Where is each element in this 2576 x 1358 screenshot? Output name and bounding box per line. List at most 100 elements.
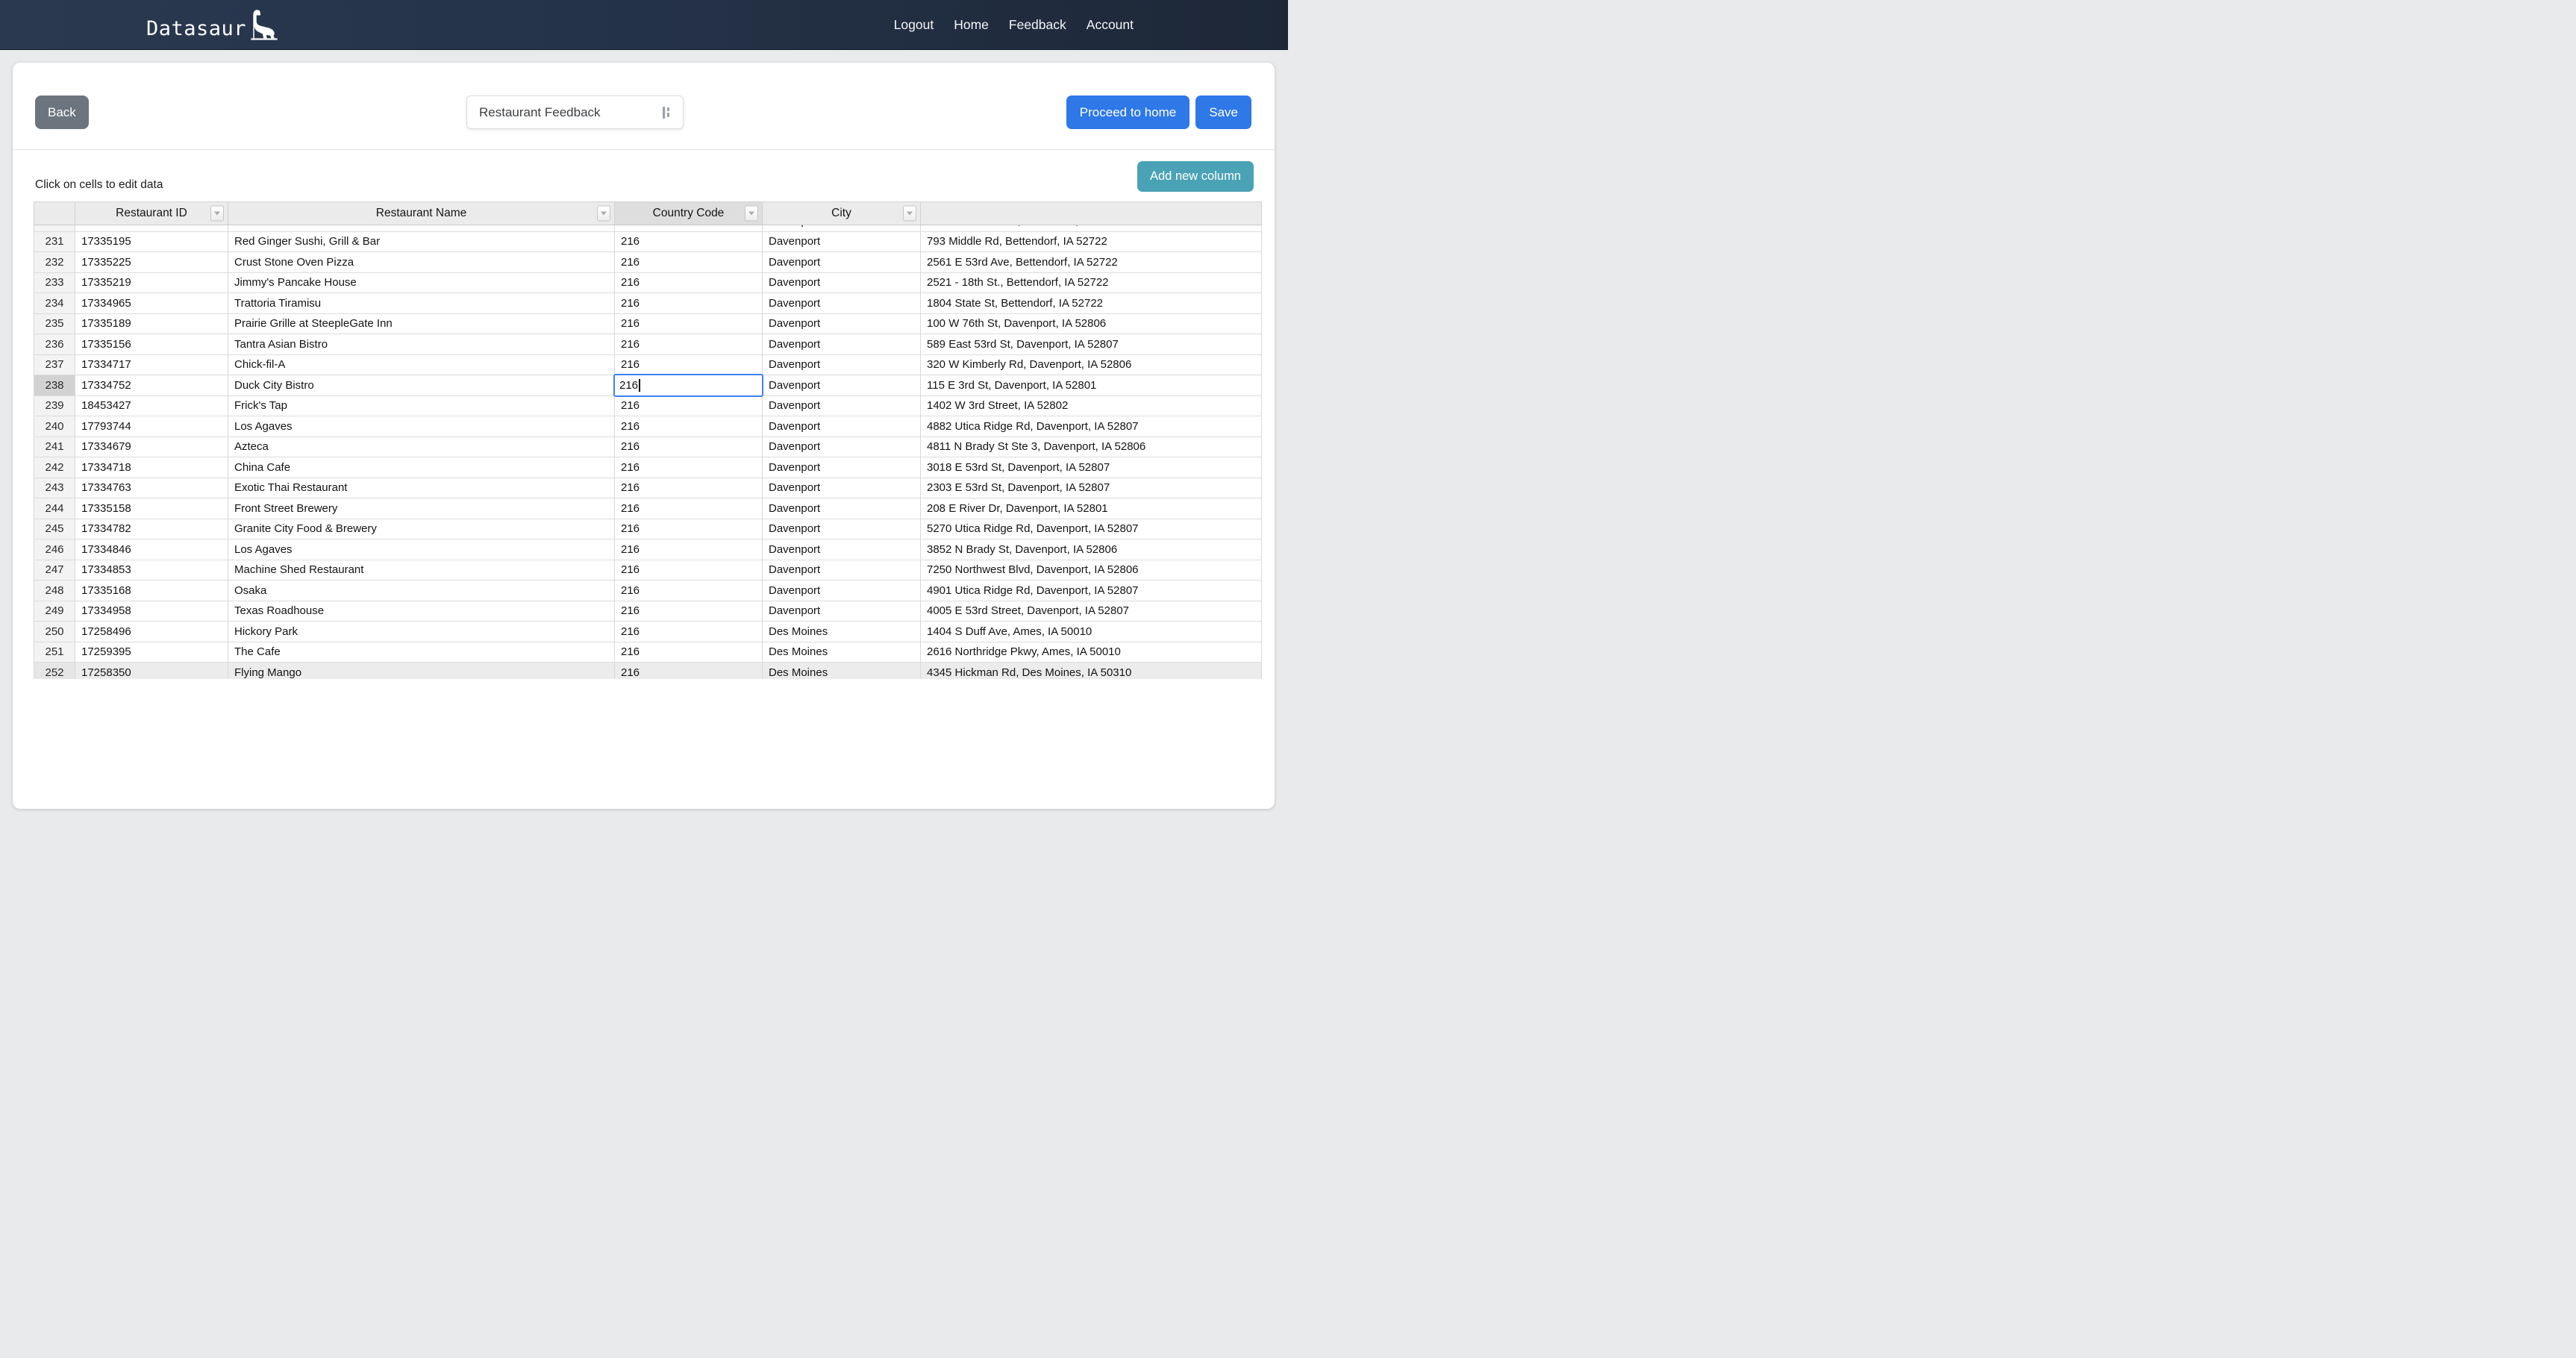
cell-country-code[interactable]: 216: [615, 622, 763, 642]
cell-restaurant-id[interactable]: 17334853: [75, 560, 228, 581]
cell-city[interactable]: Davenport: [763, 252, 921, 273]
dataset-name-input[interactable]: [466, 96, 684, 129]
cell-restaurant-id[interactable]: 17793744: [75, 416, 228, 437]
nav-link-logout[interactable]: Logout: [894, 17, 934, 33]
cell-address[interactable]: 1402 W 3rd Street, IA 52802: [921, 396, 1262, 417]
cell-restaurant-id[interactable]: 17258350: [75, 663, 228, 679]
cell-restaurant-name[interactable]: Red Ginger Sushi, Grill & Bar: [228, 232, 615, 253]
cell-city[interactable]: Des Moines: [763, 663, 921, 679]
save-button[interactable]: Save: [1195, 96, 1251, 129]
cell-address[interactable]: 7250 Northwest Blvd, Davenport, IA 52806: [921, 560, 1262, 581]
cell-country-code[interactable]: 216: [615, 478, 763, 499]
cell-restaurant-name[interactable]: Trattoria Tiramisu: [228, 293, 615, 314]
cell-restaurant-name[interactable]: Chick-fil-A: [228, 355, 615, 376]
cell-country-code[interactable]: 216: [615, 560, 763, 581]
cell-city[interactable]: Davenport: [763, 396, 921, 417]
cell-address[interactable]: 2303 E 53rd St, Davenport, IA 52807: [921, 478, 1262, 499]
cell-restaurant-name[interactable]: Front Street Brewery: [228, 498, 615, 519]
cell-restaurant-id[interactable]: 17334718: [75, 457, 228, 478]
cell-city[interactable]: Davenport: [763, 225, 921, 232]
cell-address[interactable]: 4811 N Brady St Ste 3, Davenport, IA 528…: [921, 437, 1262, 458]
row-number[interactable]: 247: [34, 560, 75, 581]
cell-address[interactable]: 4882 Utica Ridge Rd, Davenport, IA 52807: [921, 416, 1262, 437]
cell-address[interactable]: 793 Middle Rd, Bettendorf, IA 52722: [921, 232, 1262, 253]
cell-country-code[interactable]: 216: [615, 355, 763, 376]
cell-restaurant-name[interactable]: The Cafe: [228, 642, 615, 663]
cell-restaurant-name[interactable]: Tantra Asian Bistro: [228, 334, 615, 355]
cell-restaurant-name[interactable]: Granite City Food & Brewery: [228, 519, 615, 540]
cell-restaurant-name[interactable]: Osaka: [228, 581, 615, 601]
cell-restaurant-name[interactable]: China Cafe: [228, 457, 615, 478]
cell-restaurant-id[interactable]: 17335189: [75, 314, 228, 335]
cell-city[interactable]: Davenport: [763, 539, 921, 560]
cell-country-code[interactable]: 216: [615, 539, 763, 560]
row-number[interactable]: 239: [34, 396, 75, 417]
cell-restaurant-id[interactable]: 17259395: [75, 642, 228, 663]
row-number[interactable]: 252: [34, 663, 75, 679]
cell-city[interactable]: Davenport: [763, 519, 921, 540]
cell-restaurant-id[interactable]: 17335225: [75, 252, 228, 273]
nav-link-home[interactable]: Home: [954, 17, 989, 33]
cell-restaurant-id[interactable]: 17335195: [75, 232, 228, 253]
cell-address[interactable]: 2616 Northridge Pkwy, Ames, IA 50010: [921, 642, 1262, 663]
row-number[interactable]: 235: [34, 314, 75, 335]
cell-address[interactable]: 2513 53rd Avenue, Bettendorf, IA 52722: [921, 225, 1262, 232]
row-number[interactable]: 238: [34, 375, 75, 396]
row-number[interactable]: 240: [34, 416, 75, 437]
row-number[interactable]: 248: [34, 581, 75, 601]
cell-city[interactable]: Davenport: [763, 355, 921, 376]
cell-restaurant-name[interactable]: Crust Stone Oven Pizza: [228, 252, 615, 273]
cell-restaurant-id[interactable]: 17334846: [75, 539, 228, 560]
proceed-to-home-button[interactable]: Proceed to home: [1066, 96, 1189, 129]
row-number[interactable]: 231: [34, 232, 75, 253]
cell-editor[interactable]: 216: [613, 374, 763, 398]
cell-city[interactable]: Davenport: [763, 560, 921, 581]
cell-restaurant-id[interactable]: 17335158: [75, 498, 228, 519]
cell-address[interactable]: 115 E 3rd St, Davenport, IA 52801: [921, 375, 1262, 396]
cell-country-code[interactable]: 216: [615, 396, 763, 417]
cell-city[interactable]: Des Moines: [763, 642, 921, 663]
cell-address[interactable]: 5270 Utica Ridge Rd, Davenport, IA 52807: [921, 519, 1262, 540]
cell-city[interactable]: Davenport: [763, 437, 921, 458]
row-number[interactable]: 246: [34, 539, 75, 560]
cell-restaurant-name[interactable]: Olive Tree Cafe: [228, 225, 615, 232]
cell-country-code[interactable]: 216: [615, 416, 763, 437]
nav-link-account[interactable]: Account: [1087, 17, 1134, 33]
cell-city[interactable]: Davenport: [763, 273, 921, 294]
cell-restaurant-name[interactable]: Azteca: [228, 437, 615, 458]
row-number[interactable]: 242: [34, 457, 75, 478]
cell-city[interactable]: Davenport: [763, 581, 921, 601]
cell-city[interactable]: Davenport: [763, 416, 921, 437]
cell-country-code[interactable]: 216: [615, 314, 763, 335]
cell-address[interactable]: 589 East 53rd St, Davenport, IA 52807: [921, 334, 1262, 355]
brand[interactable]: Datasaur: [146, 6, 281, 43]
cell-address[interactable]: 3852 N Brady St, Davenport, IA 52806: [921, 539, 1262, 560]
cell-restaurant-id[interactable]: 17334958: [75, 601, 228, 622]
cell-city[interactable]: Davenport: [763, 601, 921, 622]
cell-restaurant-name[interactable]: Jimmy's Pancake House: [228, 273, 615, 294]
cell-country-code[interactable]: 216: [615, 457, 763, 478]
cell-address[interactable]: 2521 - 18th St., Bettendorf, IA 52722: [921, 273, 1262, 294]
row-number[interactable]: 241: [34, 437, 75, 458]
cell-restaurant-name[interactable]: Hickory Park: [228, 622, 615, 642]
nav-link-feedback[interactable]: Feedback: [1009, 17, 1066, 33]
row-number[interactable]: 249: [34, 601, 75, 622]
cell-restaurant-id[interactable]: 17258496: [75, 622, 228, 642]
cell-restaurant-name[interactable]: Los Agaves: [228, 539, 615, 560]
cell-restaurant-id[interactable]: 17334965: [75, 293, 228, 314]
cell-restaurant-name[interactable]: Machine Shed Restaurant: [228, 560, 615, 581]
cell-city[interactable]: Davenport: [763, 232, 921, 253]
cell-city[interactable]: Davenport: [763, 293, 921, 314]
cell-address[interactable]: 4901 Utica Ridge Rd, Davenport, IA 52807: [921, 581, 1262, 601]
cell-country-code[interactable]: 216: [615, 581, 763, 601]
row-number[interactable]: 232: [34, 252, 75, 273]
cell-city[interactable]: Davenport: [763, 478, 921, 499]
cell-restaurant-name[interactable]: Flying Mango: [228, 663, 615, 679]
cell-restaurant-id[interactable]: 18453427: [75, 396, 228, 417]
filter-button-country[interactable]: [745, 206, 758, 222]
cell-city[interactable]: Davenport: [763, 498, 921, 519]
grid-body-viewport[interactable]: 23017335173Olive Tree Cafe216Davenport25…: [34, 225, 1262, 679]
cell-country-code[interactable]: 216: [615, 273, 763, 294]
cell-restaurant-id[interactable]: 17335156: [75, 334, 228, 355]
cell-country-code[interactable]: 216: [615, 519, 763, 540]
